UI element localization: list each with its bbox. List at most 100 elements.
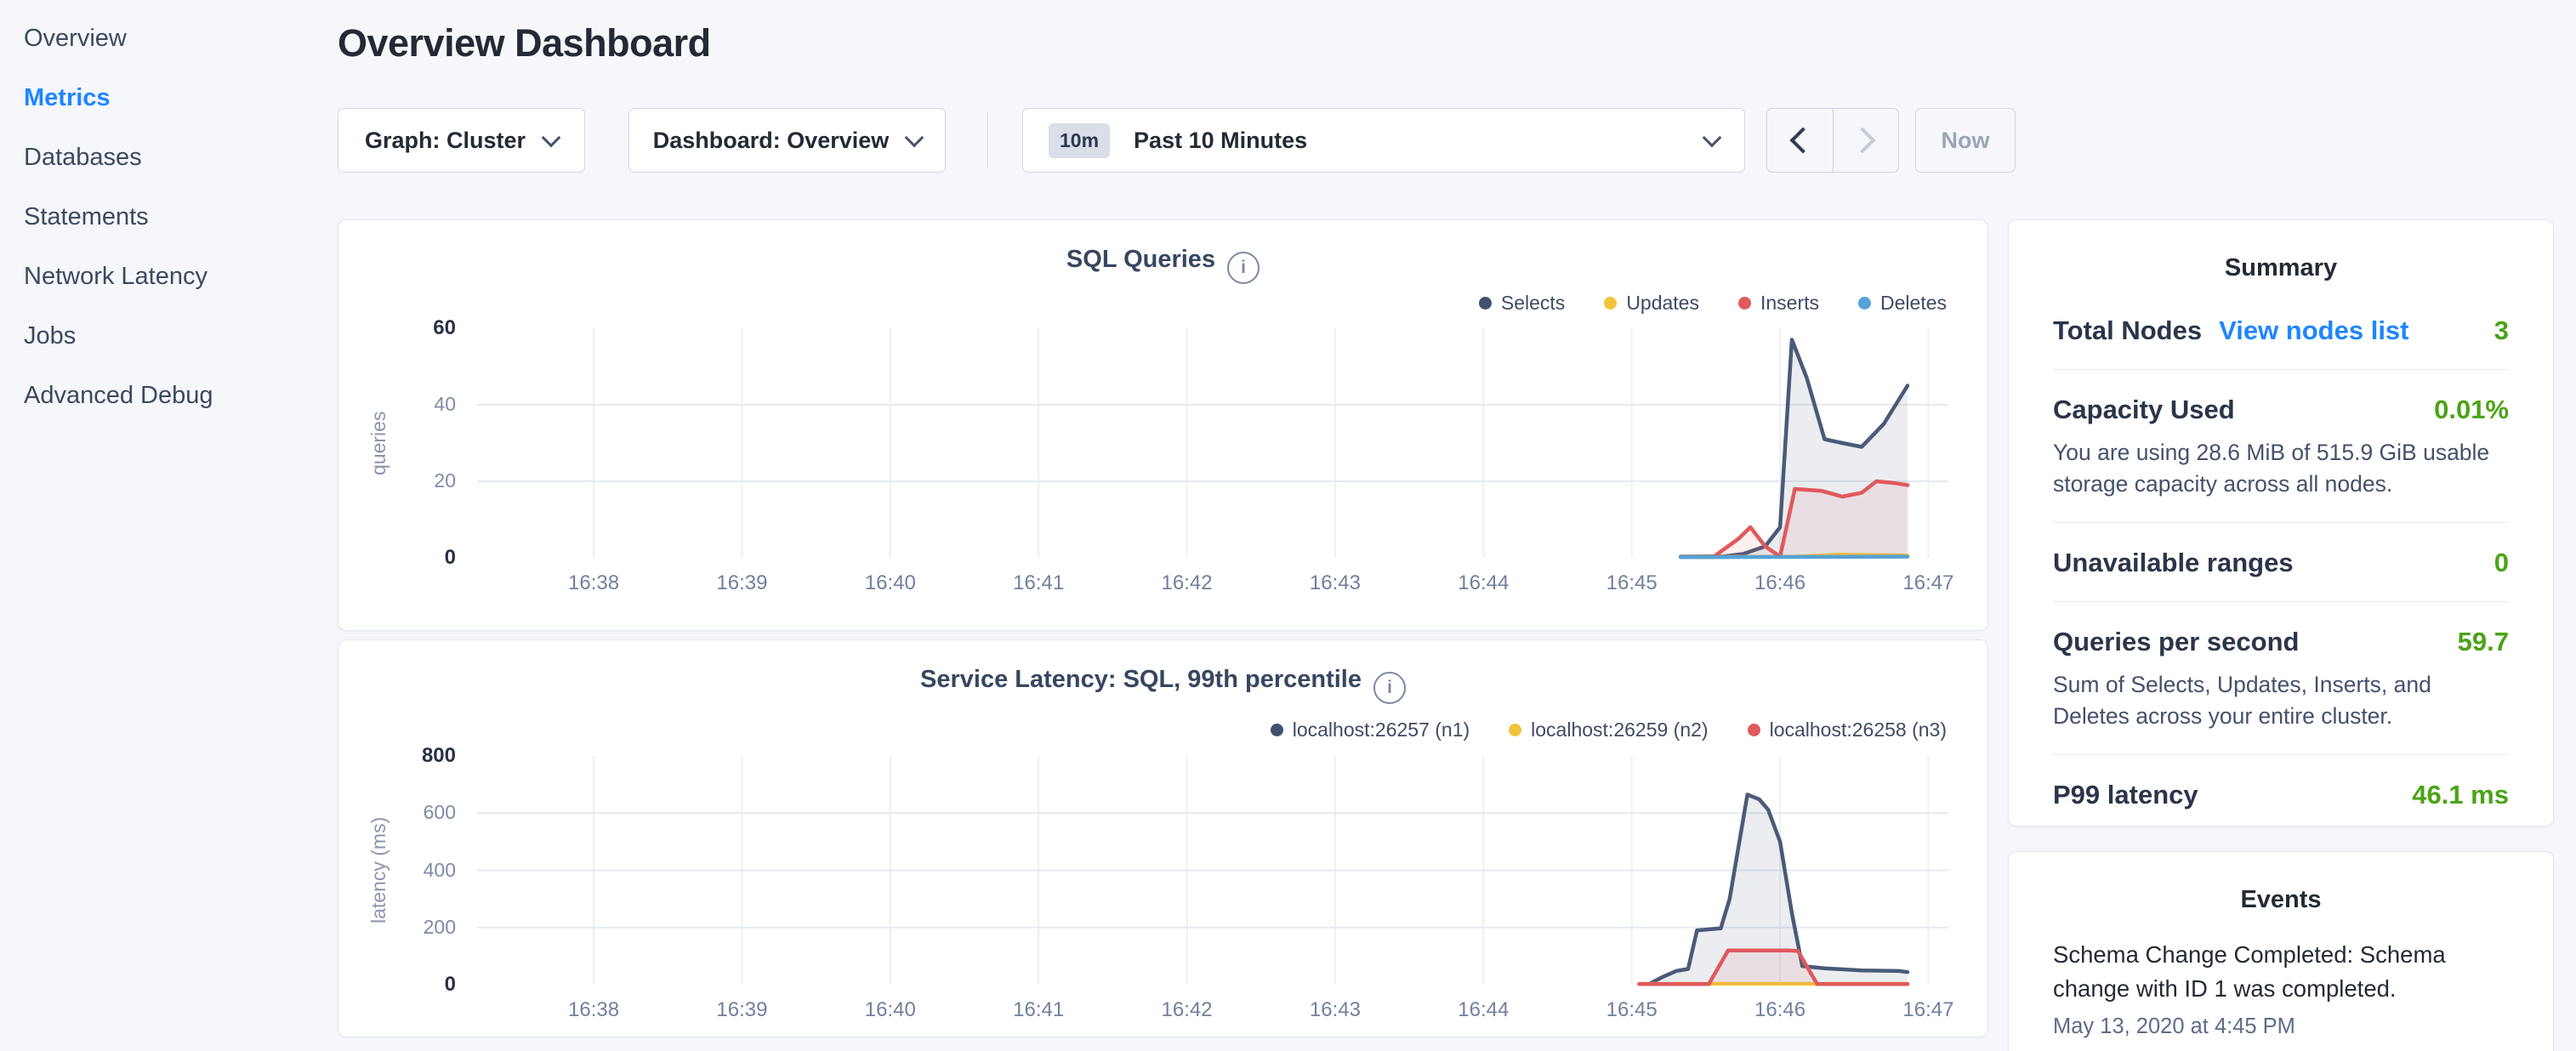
y-tick-label: 200 [338,916,456,939]
chevron-down-icon [905,128,924,147]
x-tick-label: 16:46 [1720,571,1840,595]
sidebar-item-databases[interactable]: Databases [0,128,338,187]
summary-row-label: P99 latency [2053,780,2198,810]
summary-row-description: Sum of Selects, Updates, Inserts, and De… [2053,669,2509,731]
events-panel: Events Schema Change Completed: Schema c… [2008,851,2554,1051]
sidebar-item-metrics[interactable]: Metrics [0,68,338,128]
y-tick-label: 800 [338,744,456,768]
service-latency-chart: Service Latency: SQL, 99th percentile i l… [338,639,1988,1037]
y-tick-label: 0 [338,546,456,570]
legend-item[interactable]: localhost:26258 (n3) [1748,719,1947,741]
plot-area[interactable] [477,756,1948,985]
time-next-button[interactable] [1833,109,1899,172]
legend-item[interactable]: Updates [1604,292,1699,315]
series-line-Deletes [1680,557,1908,558]
summary-row-description: You are using 28.6 MiB of 515.9 GiB usab… [2053,437,2509,499]
x-tick-label: 16:45 [1572,998,1692,1022]
x-tick-label: 16:47 [1868,998,1987,1022]
time-range-label: Past 10 Minutes [1134,128,1307,154]
summary-row-value: 0.01% [2434,395,2509,425]
y-tick-label: 60 [338,316,456,340]
chevron-down-icon [1703,128,1722,147]
summary-row-capacity-used: Capacity Used 0.01% You are using 28.6 M… [2053,370,2509,523]
now-button[interactable]: Now [1915,108,2016,173]
sql-queries-chart: SQL Queries i Selects Updates Inserts Delete… [338,219,1988,631]
event-item[interactable]: Schema Change Completed: Schema change w… [2009,923,2553,1039]
main-content: Overview Dashboard Graph: Cluster Dashbo… [338,0,1988,1051]
sidebar-item-statements[interactable]: Statements [0,187,338,247]
summary-row-value: 46.1 ms [2412,780,2509,810]
legend-label: Inserts [1760,292,1819,315]
y-tick-label: 600 [338,801,456,824]
legend-dot-icon [1748,724,1760,736]
view-nodes-list-link[interactable]: View nodes list [2219,315,2408,346]
chart-title-text: SQL Queries [1066,246,1215,273]
legend-item[interactable]: Inserts [1738,292,1819,315]
chart-title-text: Service Latency: SQL, 99th percentile [920,666,1362,693]
legend-dot-icon [1604,297,1617,310]
summary-panel: Summary Total Nodes View nodes list 3 Ca… [2008,219,2554,827]
sidebar-item-overview[interactable]: Overview [0,9,338,68]
legend-label: localhost:26258 (n3) [1770,719,1947,741]
time-prev-button[interactable] [1767,109,1833,172]
dashboard-dropdown-label: Dashboard: Overview [653,128,890,154]
x-tick-label: 16:40 [831,998,950,1022]
summary-row-value: 0 [2494,548,2509,578]
legend-dot-icon [1509,724,1521,736]
legend-item[interactable]: Selects [1479,292,1565,315]
legend-label: localhost:26257 (n1) [1293,719,1470,741]
summary-title: Summary [2009,220,2553,291]
toolbar: Graph: Cluster Dashboard: Overview 10m P… [338,108,1988,173]
summary-row-label: Total Nodes [2053,315,2202,346]
legend-label: Updates [1626,292,1699,315]
y-axis-label: queries [367,328,390,558]
sidebar-item-jobs[interactable]: Jobs [0,306,338,366]
chevron-right-icon [1849,127,1875,153]
x-tick-label: 16:44 [1424,998,1543,1022]
legend-dot-icon [1479,297,1492,310]
events-title: Events [2009,852,2553,923]
y-tick-label: 0 [338,973,456,997]
info-icon[interactable]: i [1227,252,1260,284]
x-tick-label: 16:39 [682,571,801,595]
x-tick-label: 16:38 [534,571,653,595]
legend-item[interactable]: localhost:26259 (n2) [1509,719,1708,741]
x-tick-label: 16:41 [979,571,1098,595]
x-tick-label: 16:43 [1276,998,1395,1022]
toolbar-divider [987,112,988,168]
chart-title: SQL Queries i [338,246,1987,284]
x-tick-label: 16:45 [1572,571,1692,595]
summary-row-value: 59.7 [2458,627,2509,657]
chart-legend: localhost:26257 (n1) localhost:26259 (n2)… [1271,719,1947,741]
summary-row-queries-per-second: Queries per second 59.7 Sum of Selects, … [2053,602,2509,755]
graph-dropdown-label: Graph: Cluster [365,128,526,154]
x-tick-label: 16:44 [1424,571,1543,595]
summary-row-p99-latency: P99 latency 46.1 ms [2053,755,2509,833]
time-range-badge: 10m [1049,123,1110,158]
sidebar-item-network-latency[interactable]: Network Latency [0,247,338,306]
summary-row-total-nodes: Total Nodes View nodes list 3 [2053,291,2509,370]
summary-row-label: Unavailable ranges [2053,548,2294,578]
legend-dot-icon [1271,724,1283,736]
x-tick-label: 16:39 [682,998,801,1022]
page-title: Overview Dashboard [338,21,711,65]
plot-area[interactable] [477,328,1948,558]
info-icon[interactable]: i [1373,672,1406,704]
y-tick-label: 400 [338,859,456,882]
y-tick-label: 40 [338,393,456,416]
event-timestamp: May 13, 2020 at 4:45 PM [2053,1014,2509,1039]
chart-title: Service Latency: SQL, 99th percentile i [338,666,1987,704]
summary-row-label: Queries per second [2053,627,2299,657]
legend-dot-icon [1738,297,1751,310]
time-range-selector[interactable]: 10m Past 10 Minutes [1022,108,1745,173]
legend-item[interactable]: localhost:26257 (n1) [1271,719,1470,741]
page: Overview Metrics Databases Statements Ne… [0,0,2576,1051]
x-tick-label: 16:46 [1720,998,1840,1022]
dashboard-dropdown[interactable]: Dashboard: Overview [628,108,946,173]
legend-item[interactable]: Deletes [1858,292,1947,315]
graph-dropdown[interactable]: Graph: Cluster [338,108,585,173]
y-tick-label: 20 [338,469,456,492]
sidebar-item-advanced-debug[interactable]: Advanced Debug [0,366,338,425]
time-step-buttons [1766,108,1899,173]
chart-legend: Selects Updates Inserts Deletes [1479,292,1947,315]
